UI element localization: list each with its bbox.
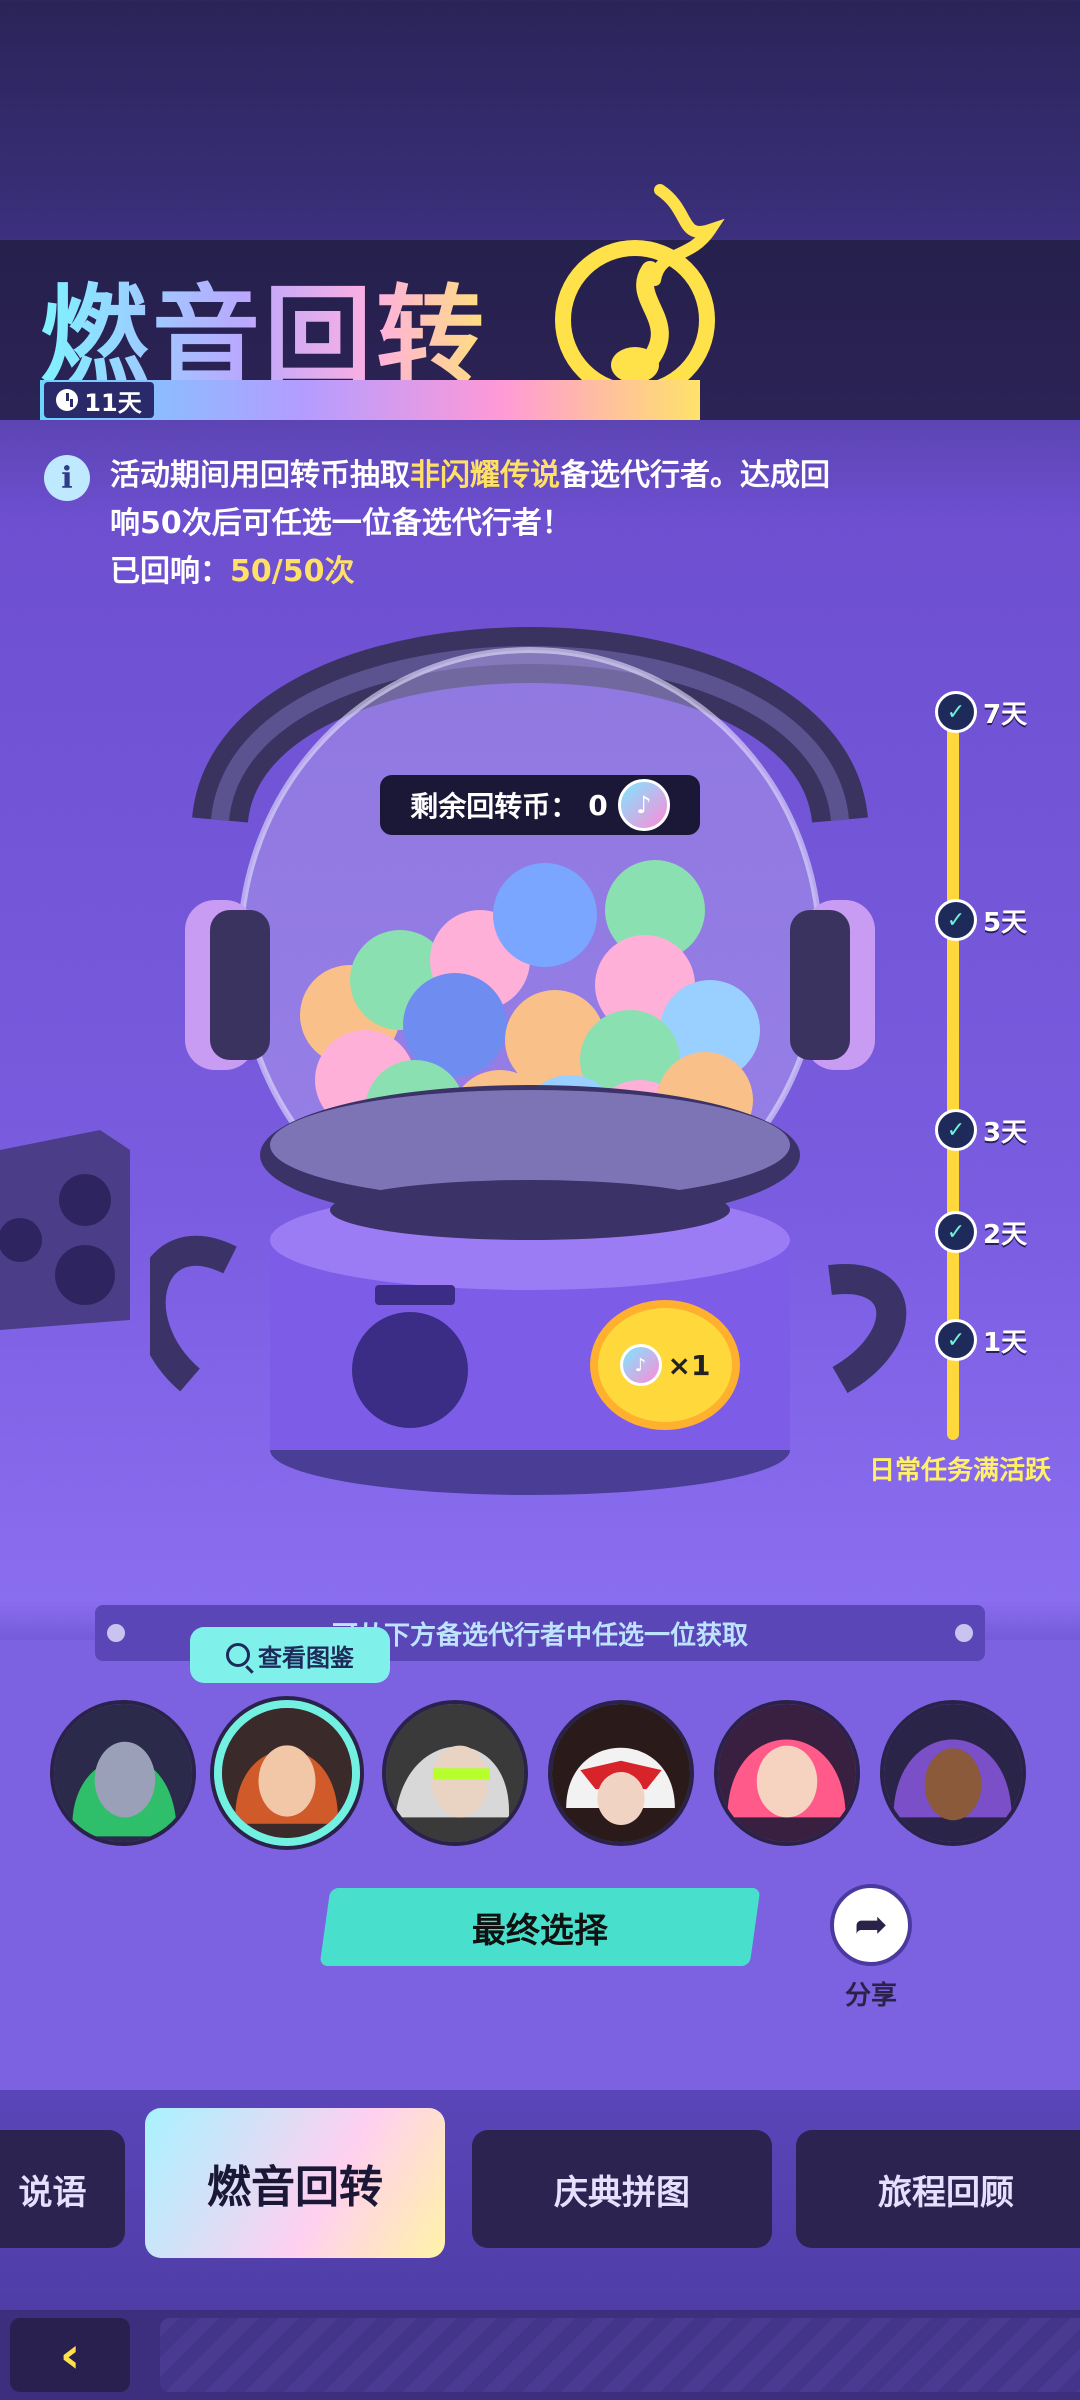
milestone-label: 7天 bbox=[983, 699, 1028, 730]
timer-badge: 11天 bbox=[44, 382, 154, 418]
share-label: 分享 bbox=[844, 1981, 897, 2011]
selection-banner-text: 可从下方备选代行者中任选一位获取 bbox=[331, 1620, 748, 1651]
chevron-left-icon: ‹ bbox=[59, 2326, 81, 2384]
music-flame-emblem-icon bbox=[555, 184, 725, 400]
check-icon: ✓ bbox=[935, 691, 977, 733]
timer-text: 11天 bbox=[84, 388, 142, 417]
info-text: 活动期间用回转币抽取非闪耀传说备选代行者。达成回 响50次后可任选一位备选代行者… bbox=[110, 452, 930, 596]
spin-coin-icon: ♪ bbox=[619, 1344, 662, 1386]
candidate-avatar-5[interactable] bbox=[714, 1700, 860, 1846]
view-gallery-button[interactable]: 查看图鉴 bbox=[190, 1627, 390, 1683]
share-button[interactable]: ➦ bbox=[830, 1884, 912, 1966]
tab-prev[interactable]: 说语 bbox=[0, 2130, 125, 2248]
check-icon: ✓ bbox=[935, 1319, 977, 1361]
final-select-label: 最终选择 bbox=[472, 1910, 608, 1951]
tab-celebration-puzzle[interactable]: 庆典拼图 bbox=[472, 2130, 772, 2248]
tab-label: 说语 bbox=[18, 2172, 87, 2213]
milestone-5: ✓ 5天 bbox=[935, 898, 1045, 942]
milestone-label: 5天 bbox=[983, 907, 1028, 938]
candidate-avatar-6[interactable] bbox=[880, 1700, 1026, 1846]
tab-label: 旅程回顾 bbox=[878, 2172, 1014, 2213]
check-icon: ✓ bbox=[935, 1109, 977, 1151]
info-icon[interactable]: i bbox=[44, 455, 90, 501]
coins-label: 剩余回转币： bbox=[410, 790, 579, 823]
check-icon: ✓ bbox=[935, 899, 977, 941]
milestone-label: 1天 bbox=[983, 1327, 1028, 1358]
milestone-1: ✓ 1天 bbox=[935, 1318, 1045, 1362]
gacha-machine[interactable] bbox=[150, 620, 910, 1500]
screw-icon bbox=[955, 1624, 973, 1642]
info-line1-post: 备选代行者。达成回 bbox=[560, 458, 830, 493]
progress-caption: 日常任务满活跃 bbox=[868, 1456, 1051, 1486]
tab-label: 庆典拼图 bbox=[554, 2172, 690, 2213]
candidate-avatar-4[interactable] bbox=[548, 1700, 694, 1846]
milestone-2: ✓ 2天 bbox=[935, 1210, 1045, 1254]
milestone-label: 2天 bbox=[983, 1219, 1028, 1250]
echo-progress-label: 已回响： bbox=[110, 554, 230, 589]
tab-burning-spin[interactable]: 燃音回转 bbox=[145, 2108, 445, 2258]
candidate-avatar-1[interactable] bbox=[50, 1700, 196, 1846]
spin-cost: ×1 bbox=[667, 1348, 711, 1382]
milestone-3: ✓ 3天 bbox=[935, 1108, 1045, 1152]
remaining-coins-display: 剩余回转币： 0 ♪ bbox=[380, 775, 700, 835]
info-line1-highlight: 非闪耀传说 bbox=[410, 458, 560, 493]
speaker-decoration-icon bbox=[0, 1130, 130, 1330]
tab-label: 燃音回转 bbox=[207, 2162, 383, 2213]
final-select-button[interactable]: 最终选择 bbox=[319, 1888, 761, 1966]
check-icon: ✓ bbox=[935, 1211, 977, 1253]
clock-icon bbox=[56, 389, 79, 411]
candidate-avatar-2[interactable] bbox=[214, 1700, 360, 1846]
view-gallery-label: 查看图鉴 bbox=[258, 1643, 354, 1672]
echo-progress-value: 50/50次 bbox=[230, 554, 355, 589]
tab-journey-review[interactable]: 旅程回顾 bbox=[796, 2130, 1080, 2248]
spin-button[interactable]: ♪ ×1 bbox=[590, 1300, 740, 1430]
search-icon bbox=[226, 1643, 250, 1667]
milestone-7: ✓ 7天 bbox=[935, 690, 1045, 734]
milestone-label: 3天 bbox=[983, 1117, 1028, 1148]
coins-value: 0 bbox=[588, 788, 608, 822]
info-line1-pre: 活动期间用回转币抽取 bbox=[110, 458, 410, 493]
spin-coin-icon: ♪ bbox=[617, 779, 670, 831]
back-button[interactable]: ‹ bbox=[10, 2318, 130, 2392]
share-arrow-icon: ➦ bbox=[854, 1902, 888, 1948]
candidate-avatar-3[interactable] bbox=[382, 1700, 528, 1846]
screw-icon bbox=[107, 1624, 125, 1642]
info-line2: 响50次后可任选一位备选代行者！ bbox=[110, 506, 572, 541]
bottom-stripe-decoration bbox=[160, 2318, 1080, 2392]
